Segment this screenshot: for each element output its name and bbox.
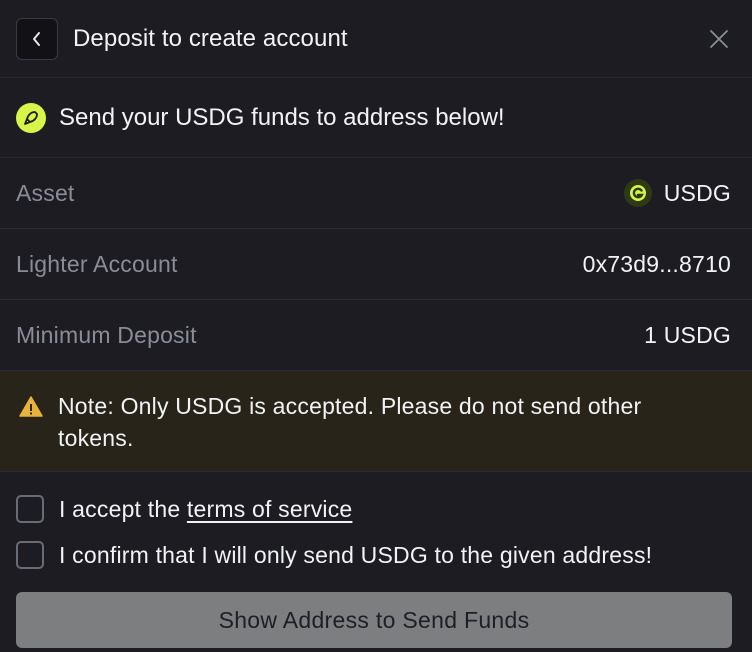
terms-checkbox[interactable] (16, 495, 44, 523)
terms-prefix: I accept the (59, 495, 187, 522)
terms-check-row: I accept the terms of service (16, 490, 736, 528)
chevron-left-icon (33, 31, 40, 46)
asset-label: Asset (16, 179, 75, 206)
confirmations: I accept the terms of service I confirm … (0, 472, 752, 574)
usdg-coin-icon (623, 179, 652, 207)
modal-title: Deposit to create account (73, 24, 348, 52)
confirm-checkbox[interactable] (16, 541, 44, 569)
close-icon (710, 30, 728, 48)
minimum-label: Minimum Deposit (16, 321, 197, 348)
terms-label: I accept the terms of service (59, 496, 352, 523)
back-button[interactable] (16, 17, 58, 60)
info-banner: Send your USDG funds to address below! (0, 78, 752, 158)
minimum-value: 1 USDG (644, 321, 731, 348)
detail-row-account: Lighter Account 0x73d9...8710 (0, 229, 752, 300)
account-value: 0x73d9...8710 (582, 250, 731, 277)
confirm-label: I confirm that I will only send USDG to … (59, 541, 653, 568)
note-text: Note: Only USDG is accepted. Please do n… (58, 393, 642, 451)
rocket-icon (16, 102, 46, 133)
info-text: Send your USDG funds to address below! (59, 103, 505, 131)
detail-row-asset: Asset USDG (0, 158, 752, 229)
close-button[interactable] (702, 22, 736, 56)
asset-value: USDG (623, 179, 731, 207)
confirm-check-row: I confirm that I will only send USDG to … (16, 536, 736, 574)
warning-note: Note: Only USDG is accepted. Please do n… (0, 371, 752, 472)
terms-of-service-link[interactable]: terms of service (187, 496, 353, 522)
account-label: Lighter Account (16, 250, 178, 277)
detail-row-minimum: Minimum Deposit 1 USDG (0, 300, 752, 371)
warning-icon (19, 396, 43, 417)
asset-value-text: USDG (663, 179, 731, 206)
modal-header: Deposit to create account (0, 0, 752, 78)
show-address-button[interactable]: Show Address to Send Funds (16, 592, 732, 648)
deposit-modal: Deposit to create account Send your USDG… (0, 0, 752, 652)
